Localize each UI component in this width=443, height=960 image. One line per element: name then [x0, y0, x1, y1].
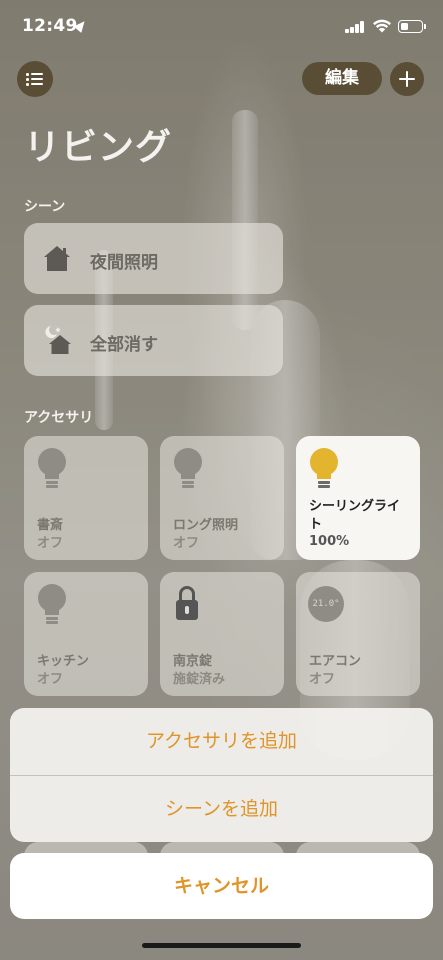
cellular-signal-icon: [345, 20, 365, 33]
edit-button[interactable]: 編集: [302, 62, 382, 95]
accessory-tile-padlock[interactable]: 南京錠 施錠済み: [160, 572, 284, 696]
accessory-state: オフ: [37, 536, 64, 551]
accessory-state: 施錠済み: [173, 672, 226, 687]
accessories-section-title: アクセサリ: [24, 410, 94, 426]
scene-tile-night-light[interactable]: 夜間照明: [24, 223, 283, 294]
room-title: リビング: [24, 127, 173, 168]
accessory-state: オフ: [37, 672, 64, 687]
accessory-tile-study[interactable]: 書斎 オフ: [24, 436, 148, 560]
scene-label: 全部消す: [90, 335, 158, 355]
accessory-name: エアコン: [309, 654, 362, 669]
lock-icon: [176, 586, 198, 620]
accessory-name: シーリングライト: [309, 499, 401, 532]
house-icon: [44, 246, 70, 271]
accessory-tile-kitchen[interactable]: キッチン オフ: [24, 572, 148, 696]
lightbulb-icon: [174, 448, 202, 488]
home-menu-button[interactable]: [17, 61, 53, 97]
accessory-name: 書斎: [37, 518, 64, 533]
house-moon-icon: [45, 326, 71, 354]
accessory-tile-air-conditioner[interactable]: 21.0° エアコン オフ: [296, 572, 420, 696]
wifi-icon: [373, 19, 391, 33]
home-indicator[interactable]: [142, 943, 301, 948]
add-accessory-option[interactable]: アクセサリを追加: [10, 708, 433, 775]
scene-tile-all-off[interactable]: 全部消す: [24, 305, 283, 376]
thermostat-icon: 21.0°: [308, 586, 344, 622]
accessory-tile-ceiling-light[interactable]: シーリングライト 100%: [296, 436, 420, 560]
lightbulb-icon: [38, 584, 66, 624]
battery-icon: [398, 20, 426, 33]
accessory-state: オフ: [309, 672, 336, 687]
action-sheet: アクセサリを追加 シーンを追加: [10, 708, 433, 842]
lightbulb-icon: [38, 448, 66, 488]
accessory-name: キッチン: [37, 654, 90, 669]
accessory-state: 100%: [309, 534, 350, 549]
cancel-button[interactable]: キャンセル: [10, 853, 433, 919]
accessory-state: オフ: [173, 536, 200, 551]
accessory-tile-long-light[interactable]: ロング照明 オフ: [160, 436, 284, 560]
status-bar: 12:49: [0, 14, 443, 44]
add-button[interactable]: [390, 62, 424, 96]
scene-label: 夜間照明: [90, 253, 158, 273]
lightbulb-icon: [310, 448, 338, 488]
add-scene-option[interactable]: シーンを追加: [10, 776, 433, 842]
accessory-name: 南京錠: [173, 654, 213, 669]
accessory-name: ロング照明: [173, 518, 239, 533]
scenes-section-title: シーン: [24, 199, 66, 215]
status-time: 12:49: [22, 16, 78, 36]
